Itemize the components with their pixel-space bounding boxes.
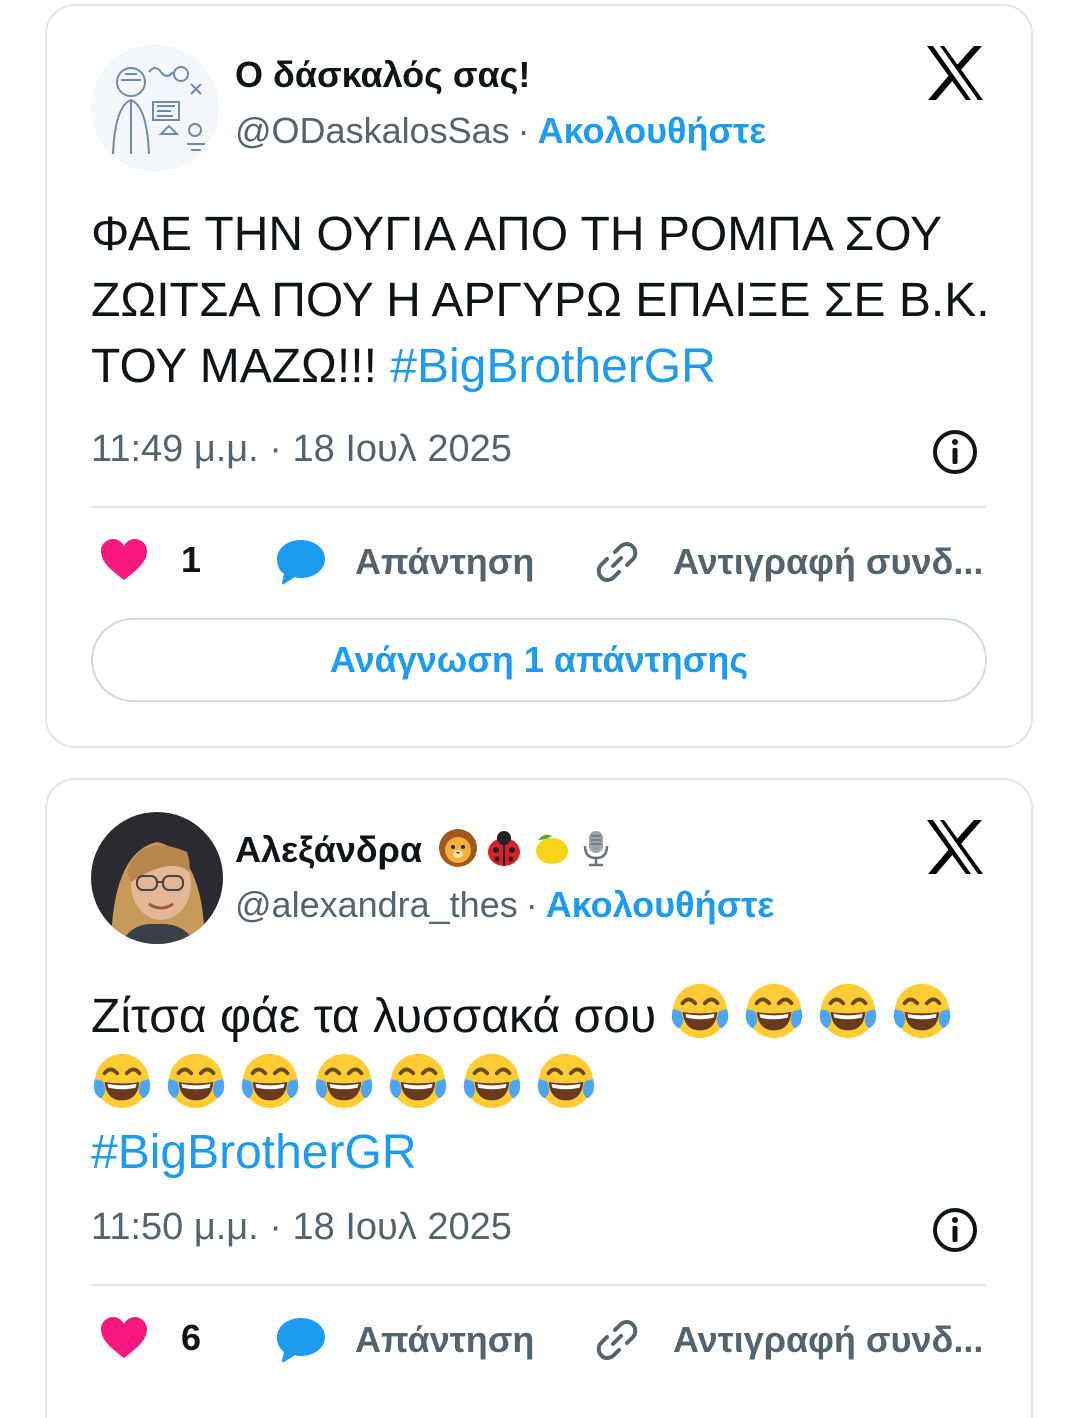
copy-link-button[interactable]: Αντιγραφή συνδ... [593,538,983,586]
reply-label: Απάντηση [355,1319,535,1360]
link-icon [593,538,641,586]
face-with-tears-of-joy-icon [387,1050,449,1112]
reply-bubble-icon [275,538,327,586]
info-icon[interactable] [931,1206,979,1254]
reply-label: Απάντηση [355,541,535,582]
hashtag-link[interactable]: #BigBrotherGR [91,1126,416,1179]
tweet-card: Ο δάσκαλός σας! @ODaskalosSas · Ακολουθήστ… [45,4,1033,748]
lemon-icon [536,834,569,864]
face-with-tears-of-joy-icon [669,980,731,1042]
face-with-tears-of-joy-icon [743,980,805,1042]
reply-button[interactable]: Απάντηση [275,1316,534,1364]
tweet-text: Ζίτσα φάε τα λυσσακά σου #BigBrotherGR [91,980,991,1186]
heart-icon [99,1316,149,1360]
tweet-text: ΦΑΕ ΤΗΝ ΟΥΓΙΑ ΑΠΟ ΤΗ ΡΟΜΠΑ ΣΟΥ ΖΩΙΤΣΑ ΠΟ… [91,202,991,400]
x-logo-icon[interactable] [925,44,985,102]
reply-button[interactable]: Απάντηση [275,538,534,586]
like-button[interactable]: 6 [99,1316,201,1360]
like-count: 6 [181,1317,202,1358]
hashtag-link[interactable]: #BigBrotherGR [390,340,715,393]
divider [91,1284,987,1286]
face-with-tears-of-joy-icon [165,1050,227,1112]
divider [91,506,987,508]
copy-link-button[interactable]: Αντιγραφή συνδ... [593,1316,983,1364]
follow-button[interactable]: Ακολουθήστε [538,110,767,151]
face-with-tears-of-joy-icon [461,1050,523,1112]
x-logo-icon[interactable] [925,818,985,876]
teacher-sketch-icon [91,44,219,172]
info-icon[interactable] [931,428,979,476]
avatar[interactable] [91,44,219,172]
separator-dot: · [517,110,530,151]
profile-photo-icon [91,812,223,944]
tweet-body: Ζίτσα φάε τα λυσσακά σου [91,990,657,1043]
face-with-tears-of-joy-icon [817,980,879,1042]
author-handle[interactable]: @ODaskalosSas [235,110,510,151]
heart-icon [99,538,149,582]
tweet-card: Αλεξάνδρα @alexandra_thes · Ακολουθήστε Ζ [45,778,1033,1418]
face-with-tears-of-joy-icon [535,1050,597,1112]
timestamp[interactable]: 11:50 μ.μ. · 18 Ιουλ 2025 [91,1206,512,1249]
author-handle[interactable]: @alexandra_thes [235,884,518,925]
reply-bubble-icon [275,1316,327,1364]
studio-microphone-icon [583,831,609,867]
face-with-tears-of-joy-icon [91,1050,153,1112]
link-icon [593,1316,641,1364]
handle-line: @alexandra_thes · Ακολουθήστε [235,884,774,926]
read-replies-button[interactable]: Ανάγνωση 1 απάντησης [91,618,987,702]
author-name[interactable]: Αλεξάνδρα [235,829,422,870]
face-with-tears-of-joy-icon [239,1050,301,1112]
copy-link-label: Αντιγραφή συνδ... [673,541,984,582]
lion-face-icon [439,829,478,867]
timestamp[interactable]: 11:49 μ.μ. · 18 Ιουλ 2025 [91,428,512,471]
handle-line: @ODaskalosSas · Ακολουθήστε [235,110,766,152]
lady-beetle-icon [488,831,521,866]
face-with-tears-of-joy-icon [891,980,953,1042]
like-count: 1 [181,539,202,580]
like-button[interactable]: 1 [99,538,201,582]
follow-button[interactable]: Ακολουθήστε [546,884,775,925]
author-name-line: Αλεξάνδρα [235,828,616,871]
author-name[interactable]: Ο δάσκαλός σας! [235,54,530,96]
separator-dot: · [525,884,538,925]
avatar[interactable] [91,812,223,944]
copy-link-label: Αντιγραφή συνδ... [673,1319,984,1360]
face-with-tears-of-joy-icon [313,1050,375,1112]
